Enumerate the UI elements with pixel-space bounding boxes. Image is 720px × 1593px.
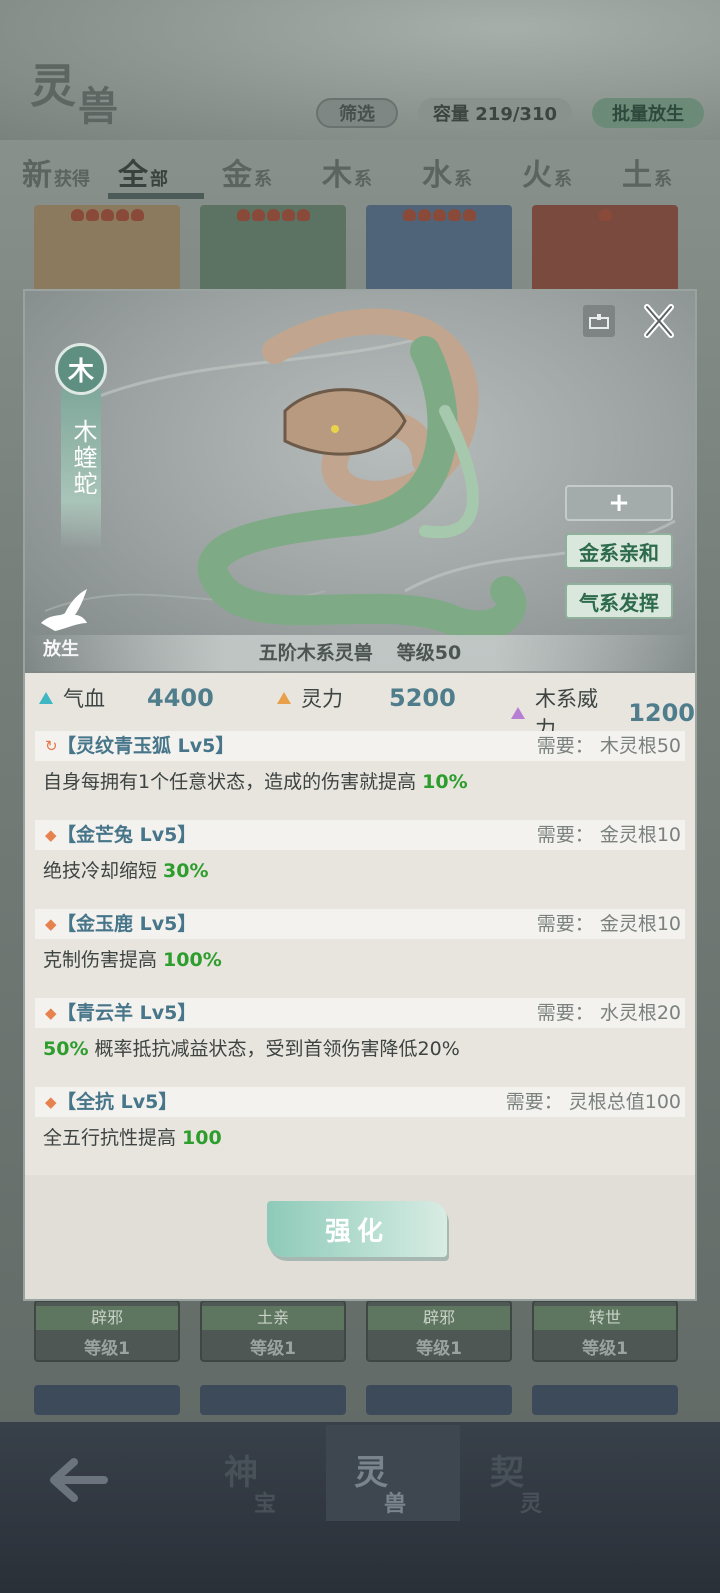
beast-card[interactable] [200,205,346,295]
beast-card-level: 等级1 [84,1339,130,1359]
skill-item: ◆ 【金芒兔 Lv5】 需要： 金灵根10 绝技冷却缩短 30% [35,816,685,905]
beast-card-name: 辟邪 [36,1306,178,1330]
dove-icon[interactable] [35,587,91,637]
affinity-badge-qi[interactable]: 气系发挥 [565,583,673,619]
nav-treasure[interactable]: 神宝 [224,1445,276,1518]
beast-card[interactable]: 辟邪 等级1 [34,1300,180,1362]
strengthen-button[interactable]: 强化 [267,1201,447,1257]
beast-card[interactable] [532,205,678,295]
beast-card[interactable] [34,1385,180,1415]
star-rating-icon [532,209,678,223]
nav-beast[interactable]: 灵兽 [354,1445,406,1518]
page-title: 灵 兽 [30,59,118,130]
tab-wood[interactable]: 木系 [322,150,372,194]
skill-item: ◆ 【全抗 Lv5】 需要： 灵根总值100 全五行抗性提高 100 [35,1083,685,1172]
nav-contract[interactable]: 契灵 [490,1445,542,1518]
tab-water[interactable]: 水系 [422,150,472,194]
filter-button[interactable]: 筛选 [316,98,398,128]
diamond-icon: ◆ [45,826,57,844]
hp-triangle-icon [39,692,53,704]
beast-card[interactable]: 土亲 等级1 [200,1300,346,1362]
star-rating-icon [366,209,512,223]
batch-release-button[interactable]: 批量放生 [592,98,704,128]
beast-card-level: 等级1 [250,1339,296,1359]
beast-card[interactable] [200,1385,346,1415]
beast-card[interactable]: 转世 等级1 [532,1300,678,1362]
beast-level: 等级50 [396,642,462,664]
skill-list: ↻ 【灵纹青玉狐 Lv5】 需要： 木灵根50 自身每拥有1个任意状态，造成的伤… [35,727,685,1172]
close-icon[interactable] [639,301,679,341]
beast-card[interactable] [366,1385,512,1415]
tab-new[interactable]: 新获得 [22,150,90,194]
beast-card[interactable] [366,205,512,295]
tab-all[interactable]: 全部 [118,150,168,194]
skill-item: ↻ 【灵纹青玉狐 Lv5】 需要： 木灵根50 自身每拥有1个任意状态，造成的伤… [35,727,685,816]
stats-row: 气血 4400 灵力 5200 木系威力 1200 [25,679,695,741]
add-affinity-button[interactable]: + [565,485,673,521]
active-tab-indicator [108,193,204,199]
tab-fire[interactable]: 火系 [522,150,572,194]
star-rating-icon [200,209,346,223]
star-rating-icon [34,209,180,223]
refresh-icon: ↻ [45,737,58,755]
wood-element-badge: 木 [55,343,107,395]
skill-item: ◆ 【金玉鹿 Lv5】 需要： 金灵根10 克制伤害提高 100% [35,905,685,994]
stat-hp: 气血 4400 [39,683,214,713]
spirit-triangle-icon [277,692,291,704]
beast-card-level: 等级1 [582,1339,628,1359]
tab-earth[interactable]: 土系 [622,150,672,194]
beast-name: 木蝰蛇 [69,419,97,497]
info-icon[interactable] [583,305,615,337]
diamond-icon: ◆ [45,1093,57,1111]
power-triangle-icon [511,707,525,719]
skill-item: ◆ 【青云羊 Lv5】 需要： 水灵根20 50% 概率抵抗减益状态，受到首领伤… [35,994,685,1083]
diamond-icon: ◆ [45,1004,57,1022]
beast-card-name: 土亲 [202,1306,344,1330]
diamond-icon: ◆ [45,915,57,933]
stat-spirit: 灵力 5200 [277,683,456,713]
beast-caption: 五阶木系灵兽 等级50 [25,635,695,671]
capacity-label: 容量 219/310 [418,98,572,128]
beast-card-name: 转世 [534,1306,676,1330]
beast-card[interactable]: 辟邪 等级1 [366,1300,512,1362]
tab-metal[interactable]: 金系 [222,150,272,194]
back-arrow-icon[interactable] [48,1458,108,1502]
beast-card-level: 等级1 [416,1339,462,1359]
beast-card[interactable] [532,1385,678,1415]
beast-card[interactable] [34,205,180,295]
affinity-badge-metal[interactable]: 金系亲和 [565,533,673,569]
beast-card-name: 辟邪 [368,1306,510,1330]
beast-tier: 五阶木系灵兽 [258,642,373,664]
beast-portrait-area: 木 木蝰蛇 放生 + 金系亲和 气系发挥 五阶木系灵兽等级50 [25,291,695,673]
beast-detail-dialog: 木 木蝰蛇 放生 + 金系亲和 气系发挥 五阶木系灵兽等级50 气血 4400 … [23,289,697,1301]
